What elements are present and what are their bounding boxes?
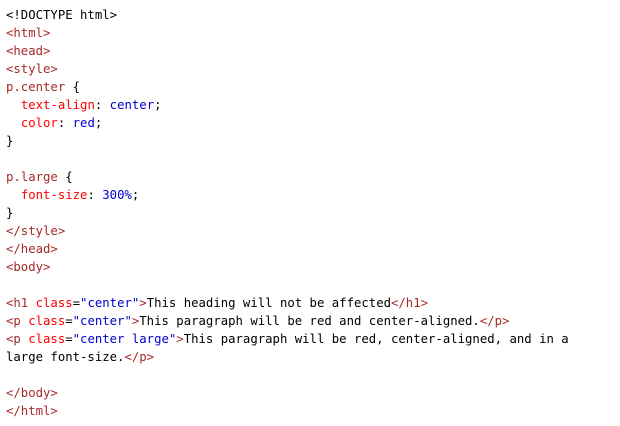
code-line: <p class="center">This paragraph will be… — [6, 312, 616, 330]
code-line: <html> — [6, 24, 616, 42]
punctuation-token: = — [65, 332, 73, 346]
tag-token: <head> — [6, 44, 51, 58]
tag-token: </style> — [6, 224, 66, 238]
attribute-value-token: "center" — [72, 314, 132, 328]
punctuation-token: : — [87, 188, 103, 202]
tag-token: > — [176, 332, 184, 346]
css-value-token: center — [109, 98, 155, 112]
code-line: <head> — [6, 42, 616, 60]
selector-token: p.center — [6, 80, 66, 94]
code-line: <style> — [6, 60, 616, 78]
tag-token: </p> — [124, 350, 155, 364]
tag-token: </p> — [479, 314, 510, 328]
text-token: This paragraph will be red and center-al… — [139, 314, 480, 328]
punctuation-token — [6, 98, 21, 112]
css-value-token: 300% — [102, 188, 132, 202]
punctuation-token: } — [6, 206, 14, 220]
code-line: } — [6, 204, 616, 222]
text-token: large font-size. — [6, 350, 125, 364]
attribute-token: class — [28, 296, 73, 310]
code-line: p.center { — [6, 78, 616, 96]
code-line: </style> — [6, 222, 616, 240]
tag-token: > — [139, 296, 147, 310]
tag-token: <p — [6, 332, 21, 346]
code-line: <p class="center large">This paragraph w… — [6, 330, 616, 348]
attribute-value-token: "center" — [80, 296, 140, 310]
code-line: </html> — [6, 402, 616, 420]
code-line: color: red; — [6, 114, 616, 132]
code-line: p.large { — [6, 168, 616, 186]
tag-token: </head> — [6, 242, 58, 256]
code-line: <h1 class="center">This heading will not… — [6, 294, 616, 312]
tag-token: <h1 — [6, 296, 29, 310]
punctuation-token: ; — [94, 116, 103, 130]
punctuation-token: } — [6, 134, 14, 148]
punctuation-token: ; — [131, 188, 140, 202]
punctuation-token: : — [57, 116, 73, 130]
tag-token: </html> — [6, 404, 58, 418]
code-line: large font-size.</p> — [6, 348, 616, 366]
css-value-token: red — [72, 116, 95, 130]
text-token: This paragraph will be red, center-align… — [183, 332, 569, 346]
property-token: font-size — [20, 188, 88, 202]
tag-token: <body> — [6, 260, 51, 274]
text-token: This heading will not be affected — [146, 296, 391, 310]
selector-token: p.large — [6, 170, 58, 184]
code-line: </body> — [6, 384, 616, 402]
punctuation-token: { — [57, 170, 73, 184]
attribute-value-token: "center large" — [72, 332, 177, 346]
punctuation-token: : — [94, 98, 110, 112]
punctuation-token: ; — [154, 98, 162, 112]
punctuation-token: = — [72, 296, 81, 310]
property-token: color — [20, 116, 58, 130]
tag-token: </body> — [6, 386, 58, 400]
punctuation-token — [6, 188, 21, 202]
attribute-token: class — [20, 332, 66, 346]
tag-token: </h1> — [391, 296, 429, 310]
punctuation-token — [6, 116, 21, 130]
code-line: font-size: 300%; — [6, 186, 616, 204]
code-line: </head> — [6, 240, 616, 258]
property-token: text-align — [20, 98, 95, 112]
doctype-token: <!DOCTYPE html> — [6, 8, 118, 22]
code-block: <!DOCTYPE html> <html> <head> <style> p.cent… — [6, 6, 616, 420]
code-line: <body> — [6, 258, 616, 276]
attribute-token: class — [20, 314, 66, 328]
punctuation-token: { — [65, 80, 81, 94]
tag-token: <html> — [6, 26, 51, 40]
punctuation-token: = — [65, 314, 73, 328]
tag-token: <style> — [6, 62, 58, 76]
code-line: <!DOCTYPE html> — [6, 6, 616, 24]
tag-token: <p — [6, 314, 21, 328]
code-line: text-align: center; — [6, 96, 616, 114]
code-line: } — [6, 132, 616, 150]
